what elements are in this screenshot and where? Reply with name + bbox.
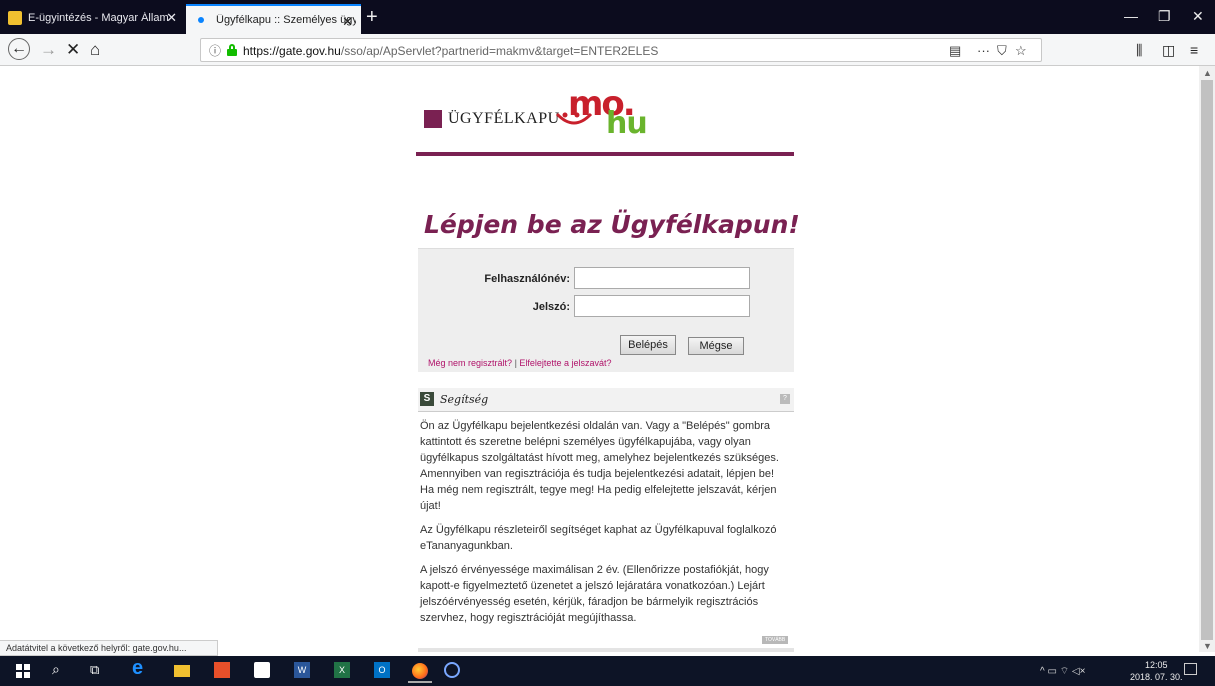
tab-bar: E-ügyintézés - Magyar Államk ✕ Ügyfélkap… <box>0 0 1215 34</box>
password-label: Jelszó: <box>532 301 570 313</box>
stop-icon[interactable]: ✕ <box>66 40 80 60</box>
scrollbar-thumb[interactable] <box>1201 80 1213 640</box>
back-icon[interactable]: ← <box>8 38 30 60</box>
login-form: Felhasználónév: Jelszó: Belépés Mégse Mé… <box>418 248 794 372</box>
system-tray-icons[interactable]: ^ ▭ ⌔ ◁× <box>1040 665 1085 678</box>
clock-time: 12:05 <box>1145 660 1168 670</box>
url-text: https://gate.gov.hu/sso/ap/ApServlet?par… <box>243 44 659 58</box>
close-tab-icon[interactable]: ✕ <box>342 14 353 30</box>
password-input[interactable] <box>574 295 750 317</box>
pocket-icon[interactable]: ⛉ <box>997 43 1007 59</box>
help-title: Segítség <box>440 393 489 406</box>
status-bar: Adatátvitel a következő helyről: gate.go… <box>0 640 218 656</box>
store-icon[interactable] <box>254 662 270 678</box>
home-icon[interactable]: ⌂ <box>90 40 100 60</box>
scroll-up-icon[interactable]: ▲ <box>1203 68 1212 78</box>
minimize-icon[interactable]: — <box>1124 8 1138 24</box>
help-section-icon: S <box>420 392 434 406</box>
firefox-icon <box>412 663 428 679</box>
logo-hu: hu <box>606 106 648 141</box>
register-link[interactable]: Még nem regisztrált? <box>428 358 512 368</box>
clock-date: 2018. 07. 30. <box>1130 672 1183 682</box>
office-icon[interactable] <box>214 662 230 678</box>
task-view-icon[interactable]: ⧉ <box>90 662 106 678</box>
notification-icon[interactable] <box>1184 663 1197 675</box>
menu-icon[interactable]: ≡ <box>1190 42 1198 58</box>
lock-icon[interactable] <box>227 44 237 56</box>
login-links: Még nem regisztrált? | Elfelejtette a je… <box>428 358 611 368</box>
loading-icon <box>198 17 204 23</box>
logo-text: ÜGYFÉLKAPU <box>448 110 560 127</box>
username-input[interactable] <box>574 267 750 289</box>
tab-ugyfelkapu[interactable]: Ügyfélkapu :: Személyes ügyfé ✕ <box>186 4 361 34</box>
help-paragraph: A jelszó érvényessége maximálisan 2 év. … <box>420 564 769 624</box>
logo-square <box>424 110 442 128</box>
help-header: S Segítség ? <box>418 388 794 412</box>
site-favicon-icon <box>8 11 22 25</box>
help-paragraph: Az Ügyfélkapu részleteiről segítséget ka… <box>420 524 777 552</box>
close-tab-icon[interactable]: ✕ <box>166 10 177 26</box>
cancel-button[interactable]: Mégse <box>688 337 744 355</box>
address-bar[interactable]: ⓘ https://gate.gov.hu/sso/ap/ApServlet?p… <box>200 38 1042 62</box>
help-paragraph: Ön az Ügyfélkapu bejelentkezési oldalán … <box>420 420 779 512</box>
firefox-taskbar-item[interactable] <box>408 659 432 683</box>
word-icon[interactable]: W <box>294 662 310 678</box>
tab-title: Ügyfélkapu :: Személyes ügyfé <box>216 14 356 26</box>
forward-icon[interactable]: → <box>40 40 57 60</box>
login-button[interactable]: Belépés <box>620 335 676 355</box>
library-icon[interactable]: ⫼ <box>1136 42 1142 59</box>
page-scrollbar[interactable]: ▲ ▼ <box>1199 66 1215 652</box>
header-divider <box>416 152 794 156</box>
excel-icon[interactable]: X <box>334 662 350 678</box>
page-actions-icon[interactable]: ··· <box>977 43 990 58</box>
new-tab-icon[interactable]: + <box>366 6 378 29</box>
tab-title: E-ügyintézés - Magyar Államk <box>28 12 168 24</box>
username-label: Felhasználónév: <box>484 273 570 285</box>
scroll-down-icon[interactable]: ▼ <box>1203 641 1212 651</box>
outlook-icon[interactable]: O <box>374 662 390 678</box>
edge-icon[interactable]: e <box>132 657 148 679</box>
bookmark-star-icon[interactable]: ☆ <box>1015 43 1027 59</box>
ugyfelkapu-logo[interactable]: ÜGYFÉLKAPU mo. hu <box>420 80 680 145</box>
question-icon[interactable]: ? <box>780 394 790 404</box>
sidebar-icon[interactable]: ◫ <box>1162 42 1175 59</box>
more-button[interactable]: TOVÁBB <box>762 636 789 644</box>
close-window-icon[interactable]: ✕ <box>1192 8 1204 25</box>
clock[interactable]: 12:05 2018. 07. 30. <box>1130 659 1183 683</box>
reader-view-icon[interactable]: ▤ <box>949 43 961 59</box>
restore-icon[interactable]: ❐ <box>1158 8 1171 25</box>
navigation-bar: ← → ✕ ⌂ ⓘ https://gate.gov.hu/sso/ap/ApS… <box>0 34 1215 66</box>
info-icon[interactable]: ⓘ <box>209 42 221 59</box>
link-separator: | <box>514 358 517 368</box>
page-title: Lépjen be az Ügyfélkapun! <box>424 210 800 239</box>
file-explorer-icon[interactable] <box>174 665 190 677</box>
help-footer <box>418 648 794 652</box>
taskbar: ⌕ ⧉ e W X O ^ ▭ ⌔ ◁× 12:05 2018. 07. 30. <box>0 656 1215 686</box>
app-icon[interactable] <box>444 662 460 678</box>
tab-e-ugyintezes[interactable]: E-ügyintézés - Magyar Államk ✕ <box>0 2 185 34</box>
search-icon[interactable]: ⌕ <box>52 661 68 677</box>
windows-start-icon[interactable] <box>16 664 30 678</box>
forgot-password-link[interactable]: Elfelejtette a jelszavát? <box>519 358 611 368</box>
